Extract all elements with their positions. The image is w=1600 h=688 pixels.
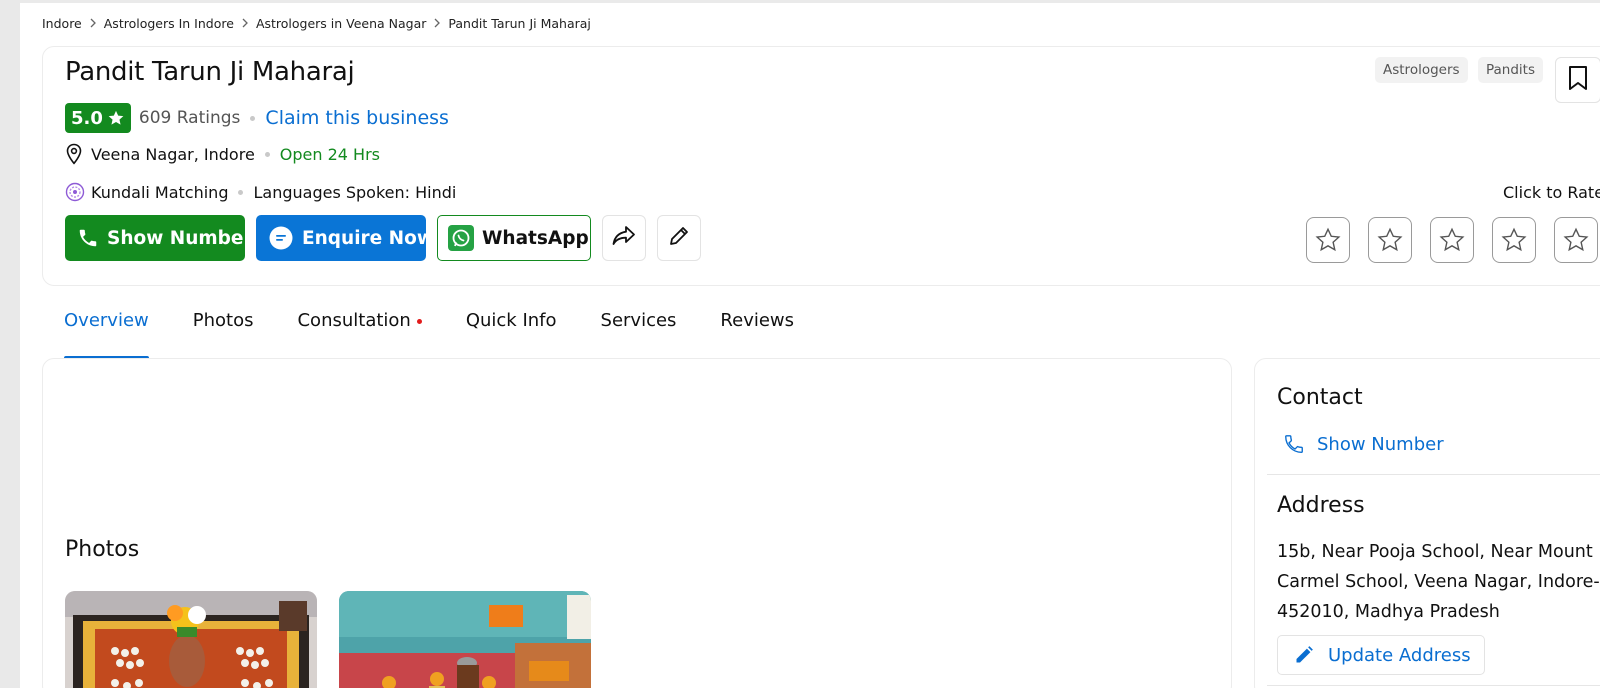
chevron-right-icon	[241, 18, 249, 28]
photo-puja-room-image	[339, 591, 591, 688]
show-number-label: Show Number	[107, 227, 253, 249]
star-outline-icon	[1377, 227, 1403, 252]
rate-star-1[interactable]	[1306, 217, 1350, 263]
tab-quick-info[interactable]: Quick Info	[466, 310, 557, 358]
business-name: Pandit Tarun Ji Maharaj	[65, 57, 355, 87]
contact-card: Contact Show Number Address 15b, Near Po…	[1254, 358, 1600, 688]
tab-consultation[interactable]: Consultation	[297, 310, 422, 358]
divider	[1267, 474, 1600, 475]
chat-bubble-icon	[268, 225, 294, 251]
click-to-rate-label: Click to Rate	[1503, 183, 1600, 202]
rate-star-3[interactable]	[1430, 217, 1474, 263]
rate-star-4[interactable]	[1492, 217, 1536, 263]
top-divider	[20, 0, 1600, 3]
contact-title: Contact	[1277, 385, 1363, 410]
sidebar-show-number-link[interactable]: Show Number	[1277, 433, 1444, 455]
section-tabs: Overview Photos Consultation Quick Info …	[64, 310, 794, 360]
notification-dot	[416, 318, 422, 324]
share-button[interactable]	[602, 215, 646, 261]
kundali-icon	[65, 182, 85, 202]
chevron-right-icon	[89, 18, 97, 28]
tab-overview[interactable]: Overview	[64, 310, 149, 360]
attributes-row: Kundali Matching Languages Spoken: Hindi	[65, 180, 456, 204]
claim-business-link[interactable]: Claim this business	[265, 107, 449, 129]
separator-dot	[250, 115, 256, 121]
whatsapp-icon	[448, 225, 474, 251]
update-address-label: Update Address	[1328, 644, 1471, 666]
address-title: Address	[1277, 493, 1365, 518]
update-address-button[interactable]: Update Address	[1277, 635, 1485, 675]
service-kundali-matching: Kundali Matching	[91, 182, 229, 202]
star-icon	[107, 109, 125, 127]
edit-button[interactable]	[657, 215, 701, 261]
star-outline-icon	[1563, 227, 1589, 252]
rating-badge: 5.0	[65, 103, 131, 133]
star-outline-icon	[1501, 227, 1527, 252]
bookmark-button[interactable]	[1555, 57, 1600, 103]
rate-stars	[1306, 217, 1598, 263]
rate-star-5[interactable]	[1554, 217, 1598, 263]
action-buttons: Show Number Enquire Now WhatsApp	[65, 215, 701, 261]
phone-icon	[77, 227, 99, 249]
full-address: 15b, Near Pooja School, Near Mount Carme…	[1277, 542, 1600, 622]
category-tag-pandits[interactable]: Pandits	[1478, 57, 1544, 83]
tab-photos[interactable]: Photos	[193, 310, 254, 358]
business-photo-1[interactable]	[65, 591, 317, 688]
rate-star-2[interactable]	[1368, 217, 1412, 263]
breadcrumb-item-astrologers-veena-nagar[interactable]: Astrologers in Veena Nagar	[256, 16, 426, 31]
star-outline-icon	[1439, 227, 1465, 252]
rating-row: 5.0 609 Ratings Claim this business	[65, 103, 449, 133]
languages-spoken: Languages Spoken: Hindi	[253, 182, 457, 202]
breadcrumb: Indore Astrologers In Indore Astrologers…	[42, 14, 591, 32]
overview-card: Photos	[42, 358, 1232, 688]
show-number-button[interactable]: Show Number	[65, 215, 253, 261]
phone-outline-icon	[1283, 433, 1305, 455]
breadcrumb-item-astrologers-indore[interactable]: Astrologers In Indore	[104, 16, 234, 31]
enquire-now-label: Enquire Now	[302, 227, 434, 249]
enquire-now-button[interactable]: Enquire Now	[256, 215, 434, 261]
separator-dot	[238, 189, 244, 195]
photos-section-title: Photos	[65, 537, 140, 562]
location-row: Veena Nagar, Indore Open 24 Hrs	[65, 142, 380, 166]
pencil-icon	[667, 224, 691, 252]
business-header-card: Pandit Tarun Ji Maharaj 5.0 609 Ratings …	[42, 46, 1600, 286]
bookmark-icon	[1567, 65, 1589, 95]
rating-value: 5.0	[71, 107, 103, 129]
separator-dot	[264, 151, 270, 157]
photo-altar-image	[65, 591, 317, 688]
sidebar-show-number-label: Show Number	[1317, 433, 1444, 455]
page-left-gutter	[0, 0, 20, 688]
business-location[interactable]: Veena Nagar, Indore	[91, 145, 255, 164]
map-pin-icon	[65, 143, 83, 165]
ratings-count[interactable]: 609 Ratings	[139, 108, 241, 128]
tab-reviews[interactable]: Reviews	[720, 310, 794, 358]
tab-services[interactable]: Services	[601, 310, 677, 358]
opening-hours[interactable]: Open 24 Hrs	[280, 145, 380, 164]
star-outline-icon	[1315, 227, 1341, 252]
pencil-icon	[1294, 645, 1314, 665]
breadcrumb-item-current: Pandit Tarun Ji Maharaj	[448, 15, 591, 31]
breadcrumb-item-indore[interactable]: Indore	[42, 16, 82, 31]
category-tag-astrologers[interactable]: Astrologers	[1375, 57, 1468, 83]
business-photo-2[interactable]	[339, 591, 591, 688]
tab-consultation-label: Consultation	[297, 310, 411, 331]
whatsapp-button[interactable]: WhatsApp	[437, 215, 591, 261]
divider	[1267, 685, 1600, 686]
chevron-right-icon	[433, 18, 441, 28]
whatsapp-label: WhatsApp	[482, 227, 589, 249]
share-icon	[611, 224, 637, 252]
